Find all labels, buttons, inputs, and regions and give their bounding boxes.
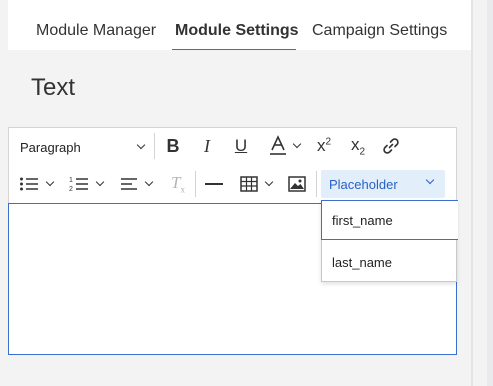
- numbered-list-icon: 1 2: [69, 177, 88, 193]
- left-gutter: [0, 0, 8, 386]
- numbered-list-button[interactable]: 1 2: [64, 172, 108, 196]
- horizontal-line-button[interactable]: [201, 172, 227, 196]
- chevron-down-icon: [264, 177, 274, 187]
- align-button[interactable]: [115, 172, 157, 196]
- chevron-down-icon: [292, 139, 302, 149]
- panel-title: Text: [31, 74, 76, 101]
- block-format-select[interactable]: Paragraph: [20, 138, 146, 156]
- tab-campaign-settings[interactable]: Campaign Settings: [312, 18, 447, 50]
- block-format-value: Paragraph: [20, 139, 81, 155]
- placeholder-dropdown-button[interactable]: Placeholder: [321, 170, 445, 198]
- placeholder-option-last-name[interactable]: last_name: [322, 243, 458, 281]
- link-icon: [383, 138, 399, 154]
- table-icon: [240, 176, 258, 192]
- chevron-down-icon: [45, 177, 55, 187]
- image-icon: [288, 176, 306, 192]
- placeholder-menu: first_name last_name: [321, 200, 458, 282]
- svg-text:1: 1: [69, 177, 73, 184]
- bold-button[interactable]: B: [162, 134, 184, 158]
- chevron-down-icon: [144, 177, 154, 187]
- right-rail-divider: [471, 0, 473, 386]
- svg-text:2: 2: [69, 186, 73, 193]
- link-button[interactable]: [379, 134, 403, 158]
- superscript-icon: x2: [316, 136, 332, 155]
- clear-formatting-button[interactable]: Tx: [165, 172, 191, 196]
- tab-module-manager[interactable]: Module Manager: [36, 18, 156, 50]
- tab-module-settings[interactable]: Module Settings: [175, 18, 299, 50]
- subscript-button[interactable]: x2: [345, 134, 371, 158]
- bulleted-list-button[interactable]: [14, 172, 58, 196]
- superscript-button[interactable]: x2: [311, 134, 337, 158]
- subscript-icon: x2: [350, 134, 366, 158]
- insert-image-button[interactable]: [284, 172, 310, 196]
- settings-tabs: Module Manager Module Settings Campaign …: [8, 0, 471, 51]
- chevron-down-icon: [425, 175, 435, 185]
- placeholder-label: Placeholder: [329, 176, 398, 192]
- toolbar-separator: [195, 171, 196, 197]
- chevron-down-icon: [136, 140, 146, 150]
- clear-formatting-icon: Tx: [171, 173, 185, 195]
- placeholder-option-first-name[interactable]: first_name: [321, 200, 458, 240]
- underline-icon: U: [234, 136, 248, 155]
- align-left-icon: [121, 178, 137, 190]
- toolbar-separator: [154, 133, 155, 159]
- bold-icon: B: [166, 135, 180, 156]
- table-button[interactable]: [235, 172, 277, 196]
- italic-button[interactable]: I: [196, 134, 218, 158]
- text-color-icon: [270, 135, 286, 155]
- toolbar-separator: [316, 171, 317, 197]
- bulleted-list-icon: [20, 177, 38, 191]
- horizontal-line-icon: [205, 183, 223, 185]
- scrollbar-track[interactable]: [487, 0, 493, 386]
- italic-icon: I: [204, 135, 210, 156]
- underline-button[interactable]: U: [230, 134, 252, 158]
- text-color-button[interactable]: [264, 134, 304, 158]
- chevron-down-icon: [95, 177, 105, 187]
